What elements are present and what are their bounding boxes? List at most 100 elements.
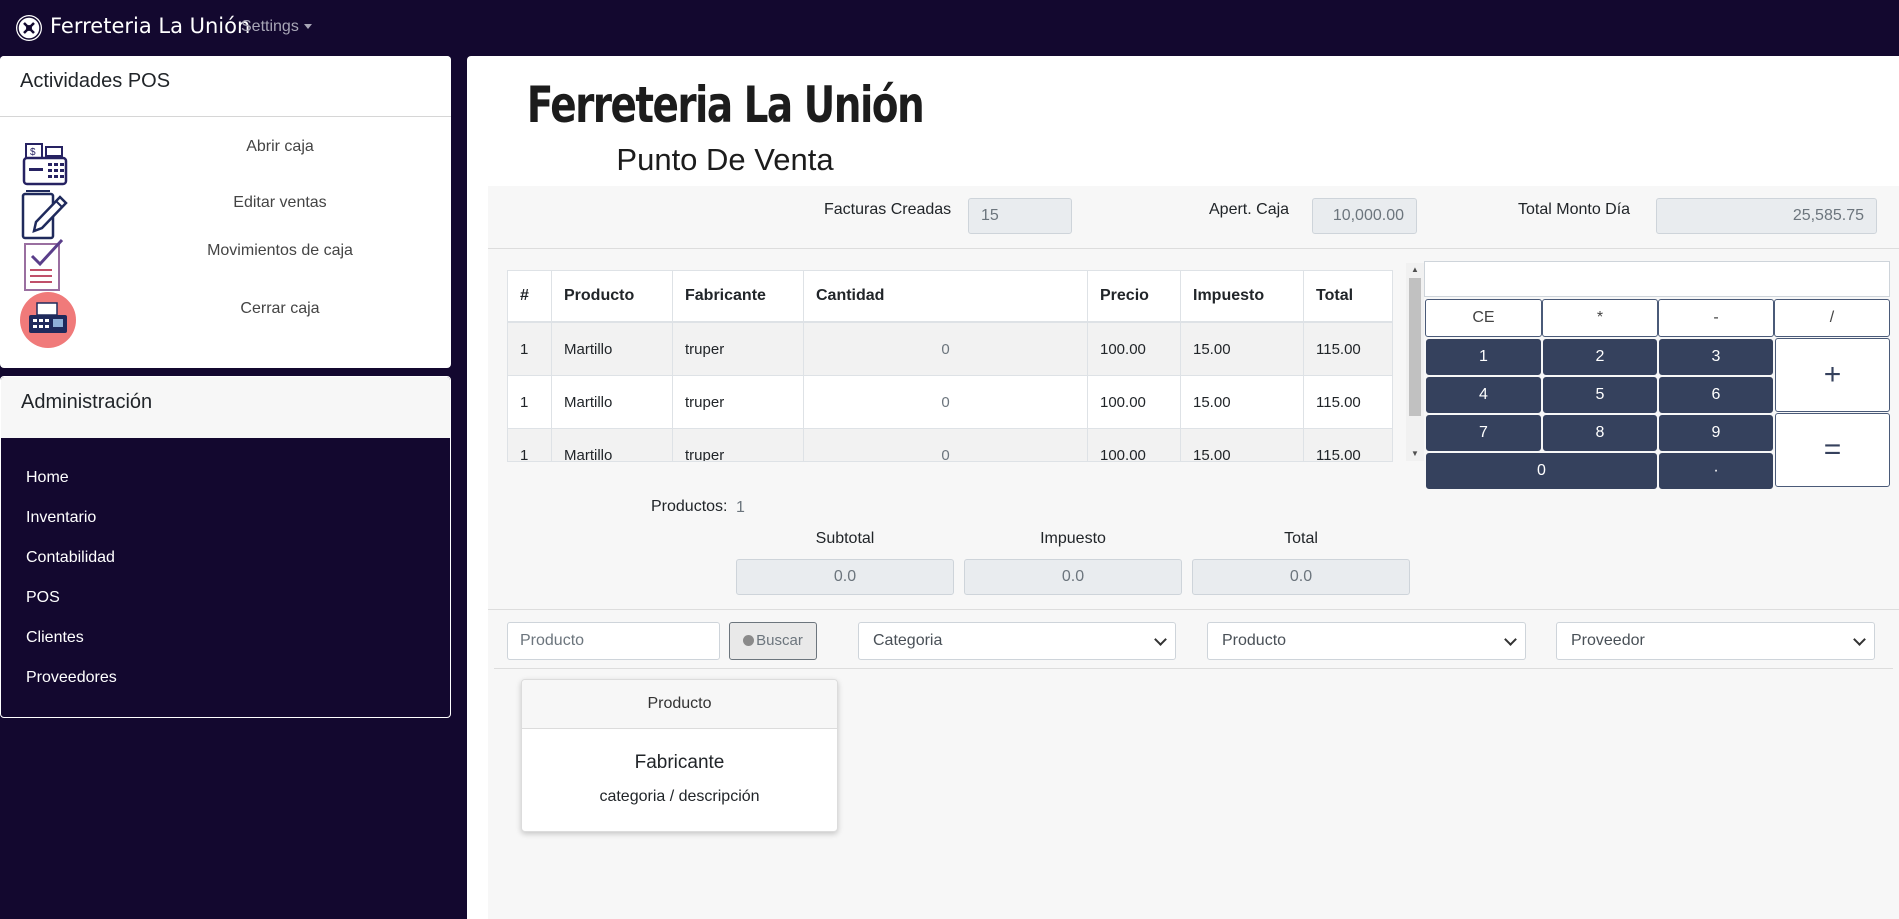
product-card[interactable]: Producto Fabricante categoria / descripc… bbox=[521, 679, 838, 832]
product-card-header: Producto bbox=[522, 680, 837, 729]
col-header-number: # bbox=[508, 271, 552, 323]
cell-total: 115.00 bbox=[1303, 322, 1392, 376]
calc-equals-button[interactable]: = bbox=[1775, 413, 1890, 487]
chevron-down-icon bbox=[1853, 633, 1866, 646]
col-header-precio: Precio bbox=[1087, 271, 1181, 323]
cell-impuesto: 15.00 bbox=[1180, 322, 1304, 376]
nav-link-clientes[interactable]: Clientes bbox=[26, 629, 84, 647]
search-button[interactable]: Buscar bbox=[729, 622, 817, 660]
cell-cantidad[interactable]: 0 bbox=[803, 322, 1088, 376]
brand-name[interactable]: Ferreteria La Unión bbox=[50, 14, 250, 38]
facturas-label: Facturas Creadas bbox=[824, 201, 952, 218]
close-register-item[interactable]: Cerrar caja bbox=[0, 292, 451, 348]
cell-fabricante: truper bbox=[672, 322, 804, 376]
divider bbox=[488, 248, 1899, 249]
search-icon bbox=[743, 635, 755, 646]
cell-fabricante: truper bbox=[672, 375, 804, 429]
proveedor-select[interactable]: Proveedor bbox=[1556, 622, 1875, 660]
cell-producto: Martillo bbox=[551, 375, 673, 429]
table-scrollbar[interactable]: ▲ ▼ bbox=[1406, 263, 1424, 461]
cell-impuesto: 15.00 bbox=[1180, 375, 1304, 429]
cell-cantidad[interactable]: 0 bbox=[803, 375, 1088, 429]
cell-producto: Martillo bbox=[551, 428, 673, 461]
search-button-label: Buscar bbox=[756, 632, 803, 649]
administration-title: Administración bbox=[21, 391, 153, 413]
calc-digit-6-button[interactable]: 6 bbox=[1659, 377, 1773, 413]
calc-subtract-button[interactable]: - bbox=[1658, 299, 1774, 337]
total-label: Total bbox=[1284, 530, 1318, 547]
calc-plus-button[interactable]: + bbox=[1775, 338, 1890, 412]
cash-movements-item[interactable]: Movimientos de caja bbox=[0, 238, 451, 294]
calc-digit-9-button[interactable]: 9 bbox=[1659, 415, 1773, 451]
subtotal-label: Subtotal bbox=[815, 530, 875, 547]
calculator-display[interactable] bbox=[1424, 261, 1890, 297]
calc-digit-2-button[interactable]: 2 bbox=[1543, 339, 1657, 375]
chevron-down-icon bbox=[1154, 633, 1167, 646]
nav-link-inventario[interactable]: Inventario bbox=[26, 509, 96, 527]
cell-fabricante: truper bbox=[672, 428, 804, 461]
table-row[interactable]: 1 Martillo truper 0 100.00 15.00 115.00 bbox=[508, 428, 1392, 461]
calc-digit-7-button[interactable]: 7 bbox=[1426, 415, 1541, 451]
chevron-down-icon bbox=[1504, 633, 1517, 646]
sales-table: # Producto Fabricante Cantidad Precio Im… bbox=[507, 270, 1393, 462]
facturas-field: 15 bbox=[968, 198, 1072, 234]
cell-precio: 100.00 bbox=[1087, 375, 1181, 429]
close-register-label: Cerrar caja bbox=[240, 300, 320, 317]
producto-select-value: Producto bbox=[1222, 632, 1287, 649]
col-header-fabricante: Fabricante bbox=[672, 271, 804, 323]
impuesto-label: Impuesto bbox=[1040, 530, 1106, 547]
edit-sales-label: Editar ventas bbox=[233, 194, 327, 211]
divider bbox=[494, 668, 1893, 669]
top-navbar: Ferreteria La Unión Settings bbox=[0, 0, 1899, 56]
apertura-label: Apert. Caja bbox=[1209, 201, 1290, 218]
producto-select[interactable]: Producto bbox=[1207, 622, 1526, 660]
apertura-field: 10,000.00 bbox=[1312, 198, 1417, 234]
cell-total: 115.00 bbox=[1303, 428, 1392, 461]
product-search-input[interactable]: Producto bbox=[507, 622, 720, 660]
administration-card: Administración Home Inventario Contabili… bbox=[0, 376, 451, 718]
cell-precio: 100.00 bbox=[1087, 322, 1181, 376]
nav-link-contabilidad[interactable]: Contabilidad bbox=[26, 549, 115, 567]
scroll-down-icon[interactable]: ▼ bbox=[1411, 449, 1419, 458]
product-card-title: Fabricante bbox=[634, 752, 725, 773]
administration-header: Administración bbox=[1, 377, 450, 438]
calc-digit-1-button[interactable]: 1 bbox=[1426, 339, 1541, 375]
cell-number: 1 bbox=[508, 375, 552, 429]
calc-divide-button[interactable]: / bbox=[1774, 299, 1890, 337]
scroll-up-icon[interactable]: ▲ bbox=[1411, 265, 1419, 274]
total-dia-label: Total Monto Día bbox=[1518, 201, 1631, 218]
nav-link-pos[interactable]: POS bbox=[26, 589, 60, 607]
calc-digit-3-button[interactable]: 3 bbox=[1659, 339, 1773, 375]
calc-dot-button[interactable]: · bbox=[1659, 453, 1773, 489]
calc-ce-button[interactable]: CE bbox=[1425, 299, 1542, 337]
calc-multiply-button[interactable]: * bbox=[1542, 299, 1658, 337]
impuesto-field: 0.0 bbox=[964, 559, 1182, 595]
categoria-select[interactable]: Categoria bbox=[858, 622, 1176, 660]
nav-link-proveedores[interactable]: Proveedores bbox=[26, 669, 117, 687]
cash-movements-label: Movimientos de caja bbox=[207, 242, 353, 259]
cell-cantidad[interactable]: 0 bbox=[803, 428, 1088, 461]
page-subtitle: Punto De Venta bbox=[616, 142, 834, 177]
settings-dropdown[interactable]: Settings bbox=[241, 18, 312, 36]
table-row[interactable]: 1 Martillo truper 0 100.00 15.00 115.00 bbox=[508, 322, 1392, 376]
edit-document-icon bbox=[20, 189, 72, 241]
total-dia-field: 25,585.75 bbox=[1656, 198, 1877, 234]
calc-digit-0-button[interactable]: 0 bbox=[1426, 453, 1657, 489]
brand-logo-icon[interactable] bbox=[16, 15, 42, 41]
proveedor-select-value: Proveedor bbox=[1571, 632, 1645, 649]
scrollbar-thumb[interactable] bbox=[1409, 278, 1421, 416]
calc-digit-5-button[interactable]: 5 bbox=[1543, 377, 1657, 413]
col-header-total: Total bbox=[1303, 271, 1392, 323]
page-title: Ferreteria La Unión bbox=[526, 76, 925, 134]
calc-digit-4-button[interactable]: 4 bbox=[1426, 377, 1541, 413]
cell-producto: Martillo bbox=[551, 322, 673, 376]
col-header-cantidad: Cantidad bbox=[803, 271, 1088, 323]
col-header-producto: Producto bbox=[551, 271, 673, 323]
divider bbox=[488, 609, 1899, 610]
cell-total: 115.00 bbox=[1303, 375, 1392, 429]
nav-link-home[interactable]: Home bbox=[26, 469, 69, 487]
table-header-row: # Producto Fabricante Cantidad Precio Im… bbox=[508, 271, 1392, 323]
col-header-impuesto: Impuesto bbox=[1180, 271, 1304, 323]
table-row[interactable]: 1 Martillo truper 0 100.00 15.00 115.00 bbox=[508, 375, 1392, 429]
calc-digit-8-button[interactable]: 8 bbox=[1543, 415, 1657, 451]
